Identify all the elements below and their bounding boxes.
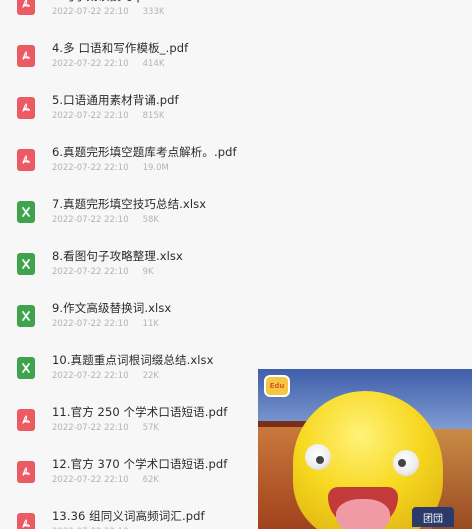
excel-file-icon xyxy=(17,305,35,327)
pdf-file-icon xyxy=(17,409,35,431)
file-size: 414K xyxy=(142,59,165,69)
channel-logo: Edu xyxy=(264,375,290,397)
file-meta: 2022-07-22 22:10 57K xyxy=(52,423,159,433)
file-date: 2022-07-22 22:10 xyxy=(52,111,129,121)
file-name: 5.口语通用素材背诵.pdf xyxy=(52,93,179,107)
excel-file-icon xyxy=(17,357,35,379)
file-name: 8.看图句子攻略整理.xlsx xyxy=(52,249,183,263)
file-meta: 2022-07-22 22:10 333K xyxy=(52,7,164,17)
file-list-item[interactable]: 5.口语通用素材背诵.pdf 2022-07-22 22:10 815K xyxy=(0,83,472,135)
file-name: 4.多 口语和写作模板_.pdf xyxy=(52,41,189,55)
pdf-file-icon xyxy=(17,149,35,171)
channel-badge: 团団 xyxy=(412,507,454,527)
file-meta: 2022-07-22 22:10 414K xyxy=(52,59,164,69)
file-date: 2022-07-22 22:10 xyxy=(52,319,129,329)
file-size: 22K xyxy=(142,371,159,381)
file-meta: 2022-07-22 22:10 9K xyxy=(52,267,154,277)
character-left-eye xyxy=(305,444,331,470)
character-tongue xyxy=(336,499,390,529)
file-date: 2022-07-22 22:10 xyxy=(52,163,129,173)
file-date: 2022-07-22 22:10 xyxy=(52,215,129,225)
file-meta: 2022-07-22 22:10 22K xyxy=(52,371,159,381)
file-date: 2022-07-22 22:10 xyxy=(52,267,129,277)
file-size: 19.0M xyxy=(142,163,169,173)
file-size: 11K xyxy=(142,319,159,329)
file-size: 58K xyxy=(142,215,159,225)
file-list-item[interactable]: 9.作文高级替换词.xlsx 2022-07-22 22:10 11K xyxy=(0,291,472,343)
file-name: 6.真题完形填空题库考点解析。.pdf xyxy=(52,145,237,159)
file-size: 57K xyxy=(142,423,159,433)
file-name: 13.36 组同义词高频词汇.pdf xyxy=(52,509,205,523)
pdf-file-icon xyxy=(17,461,35,483)
file-size: 333K xyxy=(142,7,165,17)
file-list-item[interactable]: 8.看图句子攻略整理.xlsx 2022-07-22 22:10 9K xyxy=(0,239,472,291)
pdf-file-icon xyxy=(17,97,35,119)
file-meta: 2022-07-22 22:10 19.0M xyxy=(52,163,169,173)
file-size: 62K xyxy=(142,475,159,485)
file-name: 7.真题完形填空技巧总结.xlsx xyxy=(52,197,207,211)
pdf-file-icon xyxy=(17,45,35,67)
file-meta: 2022-07-22 22:10 815K xyxy=(52,111,164,121)
file-date: 2022-07-22 22:10 xyxy=(52,423,129,433)
file-name: 11.官方 250 个学术口语短语.pdf xyxy=(52,405,228,419)
file-list-item[interactable]: 3.句子朗读技巧.pdf 2022-07-22 22:10 333K xyxy=(0,0,472,31)
file-date: 2022-07-22 22:10 xyxy=(52,7,129,17)
file-date: 2022-07-22 22:10 xyxy=(52,371,129,381)
file-meta: 2022-07-22 22:10 58K xyxy=(52,215,159,225)
file-name: 12.官方 370 个学术口语短语.pdf xyxy=(52,457,228,471)
pdf-file-icon xyxy=(17,513,35,529)
file-size: 9K xyxy=(142,267,154,277)
file-size: 815K xyxy=(142,111,165,121)
video-pip-overlay[interactable]: Edu 团団 xyxy=(258,369,472,529)
excel-file-icon xyxy=(17,201,35,223)
file-list-item[interactable]: 7.真题完形填空技巧总结.xlsx 2022-07-22 22:10 58K xyxy=(0,187,472,239)
file-date: 2022-07-22 22:10 xyxy=(52,59,129,69)
file-meta: 2022-07-22 22:10 11K xyxy=(52,319,159,329)
file-name: 10.真题重点词根词缀总结.xlsx xyxy=(52,353,214,367)
file-list-item[interactable]: 6.真题完形填空题库考点解析。.pdf 2022-07-22 22:10 19.0M xyxy=(0,135,472,187)
character-right-eye xyxy=(393,450,419,476)
file-date: 2022-07-22 22:10 xyxy=(52,475,129,485)
excel-file-icon xyxy=(17,253,35,275)
file-meta: 2022-07-22 22:10 62K xyxy=(52,475,159,485)
file-name: 9.作文高级替换词.xlsx xyxy=(52,301,172,315)
file-list-item[interactable]: 4.多 口语和写作模板_.pdf 2022-07-22 22:10 414K xyxy=(0,31,472,83)
file-name: 3.句子朗读技巧.pdf xyxy=(52,0,155,4)
pdf-file-icon xyxy=(17,0,35,15)
